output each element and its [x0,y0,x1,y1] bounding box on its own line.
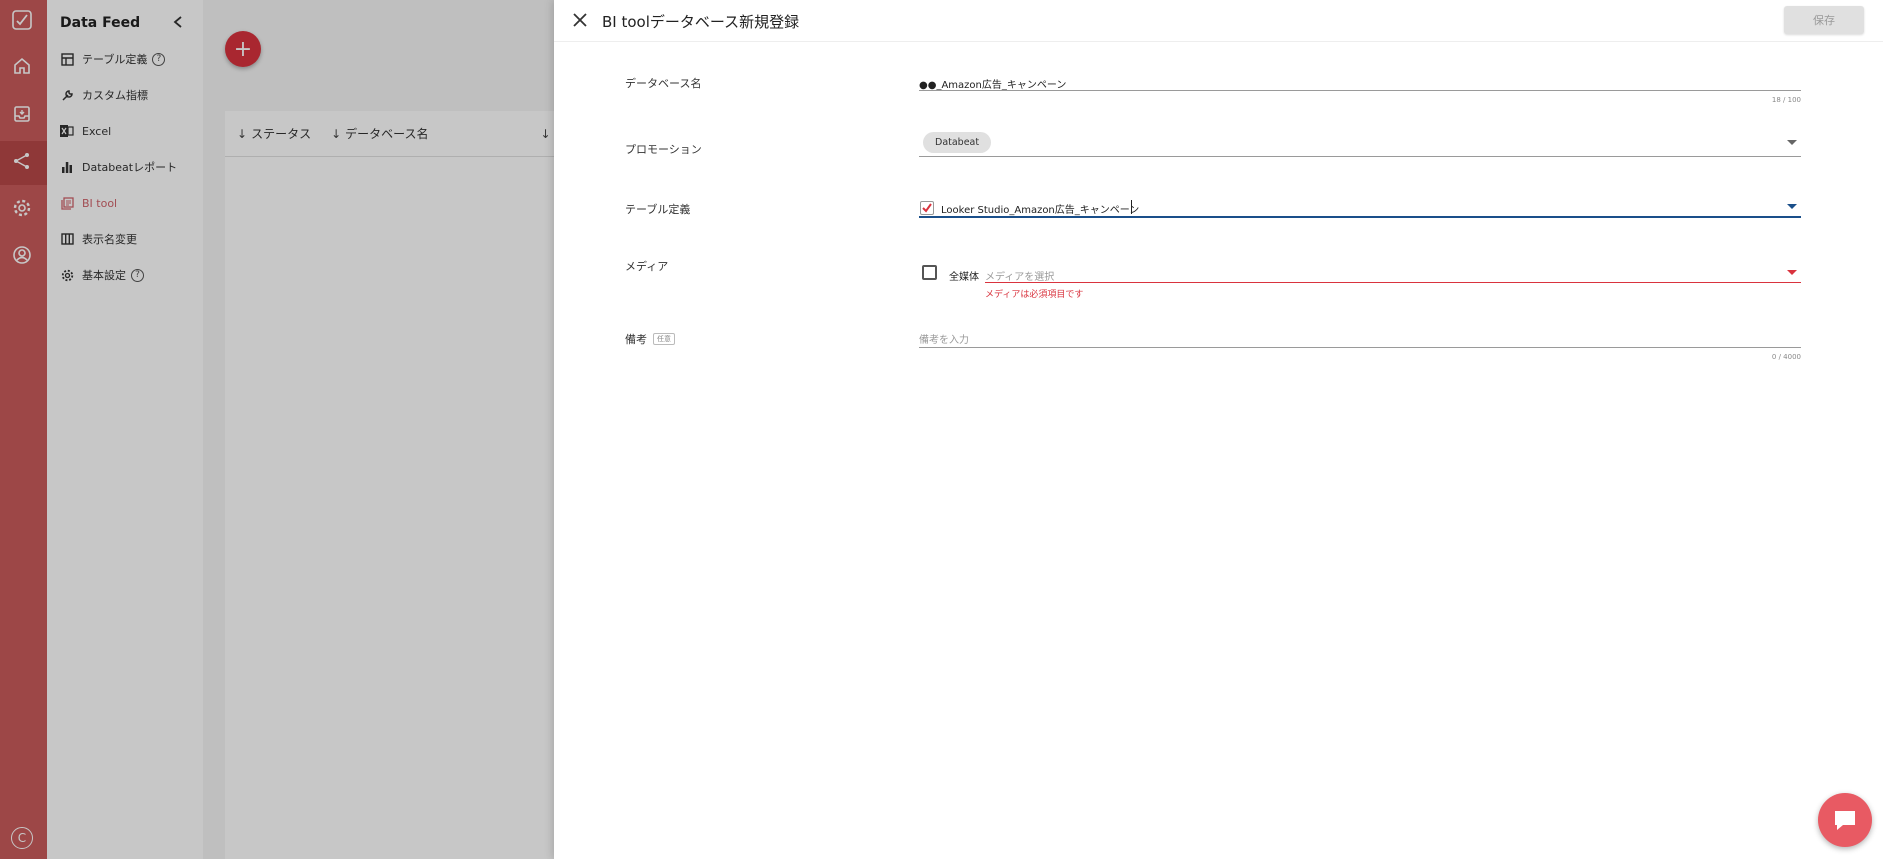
dropdown-arrow-icon[interactable] [1787,270,1797,275]
chat-icon[interactable] [1818,793,1872,847]
db-name-underline [919,90,1801,91]
promotion-label: プロモーション [625,143,702,156]
close-icon[interactable] [570,10,590,30]
table-definition-value: Looker Studio_Amazon広告_キャンペーン [941,205,1140,216]
media-select[interactable]: メディアを選択 [985,263,1801,283]
create-database-drawer: BI toolデータベース新規登録 保存 データベース名 ●●_Amazon広告… [554,0,1883,859]
notes-label: 備考 任意 [625,331,675,347]
promotion-chip[interactable]: Databeat [923,132,992,153]
all-media-checkbox[interactable] [922,265,937,280]
dropdown-arrow-icon[interactable] [1787,204,1797,209]
db-name-label: データベース名 [625,77,702,90]
dropdown-arrow-icon[interactable] [1787,140,1797,145]
notes-counter: 0 / 4000 [1771,353,1801,361]
drawer-title: BI toolデータベース新規登録 [602,13,800,31]
table-definition-underline [919,216,1801,218]
media-underline [985,282,1801,283]
media-placeholder: メディアを選択 [985,272,1055,283]
promotion-select[interactable]: Databeat [919,132,1801,158]
media-field: 全媒体 メディアを選択 メディアは必須項目です [919,263,1801,303]
optional-badge: 任意 [653,333,675,345]
notes-field[interactable]: 備考を入力 0 / 4000 [919,329,1801,363]
db-name-field[interactable]: ●●_Amazon広告_キャンペーン 18 / 100 [919,74,1801,108]
notes-underline [919,347,1801,348]
save-button[interactable]: 保存 [1784,6,1864,34]
table-definition-select[interactable]: Looker Studio_Amazon広告_キャンペーン [919,199,1801,219]
db-name-value: ●●_Amazon広告_キャンペーン [919,80,1067,91]
db-name-counter: 18 / 100 [1771,96,1801,104]
media-label: メディア [625,260,669,273]
looker-studio-logo-icon [920,200,934,215]
text-cursor [1131,200,1132,214]
drawer-header: BI toolデータベース新規登録 保存 [554,0,1883,42]
promotion-underline [919,156,1801,157]
notes-placeholder: 備考を入力 [919,335,969,346]
table-definition-label: テーブル定義 [625,203,691,216]
media-error-text: メディアは必須項目です [985,290,1084,300]
all-media-label: 全媒体 [949,272,979,283]
